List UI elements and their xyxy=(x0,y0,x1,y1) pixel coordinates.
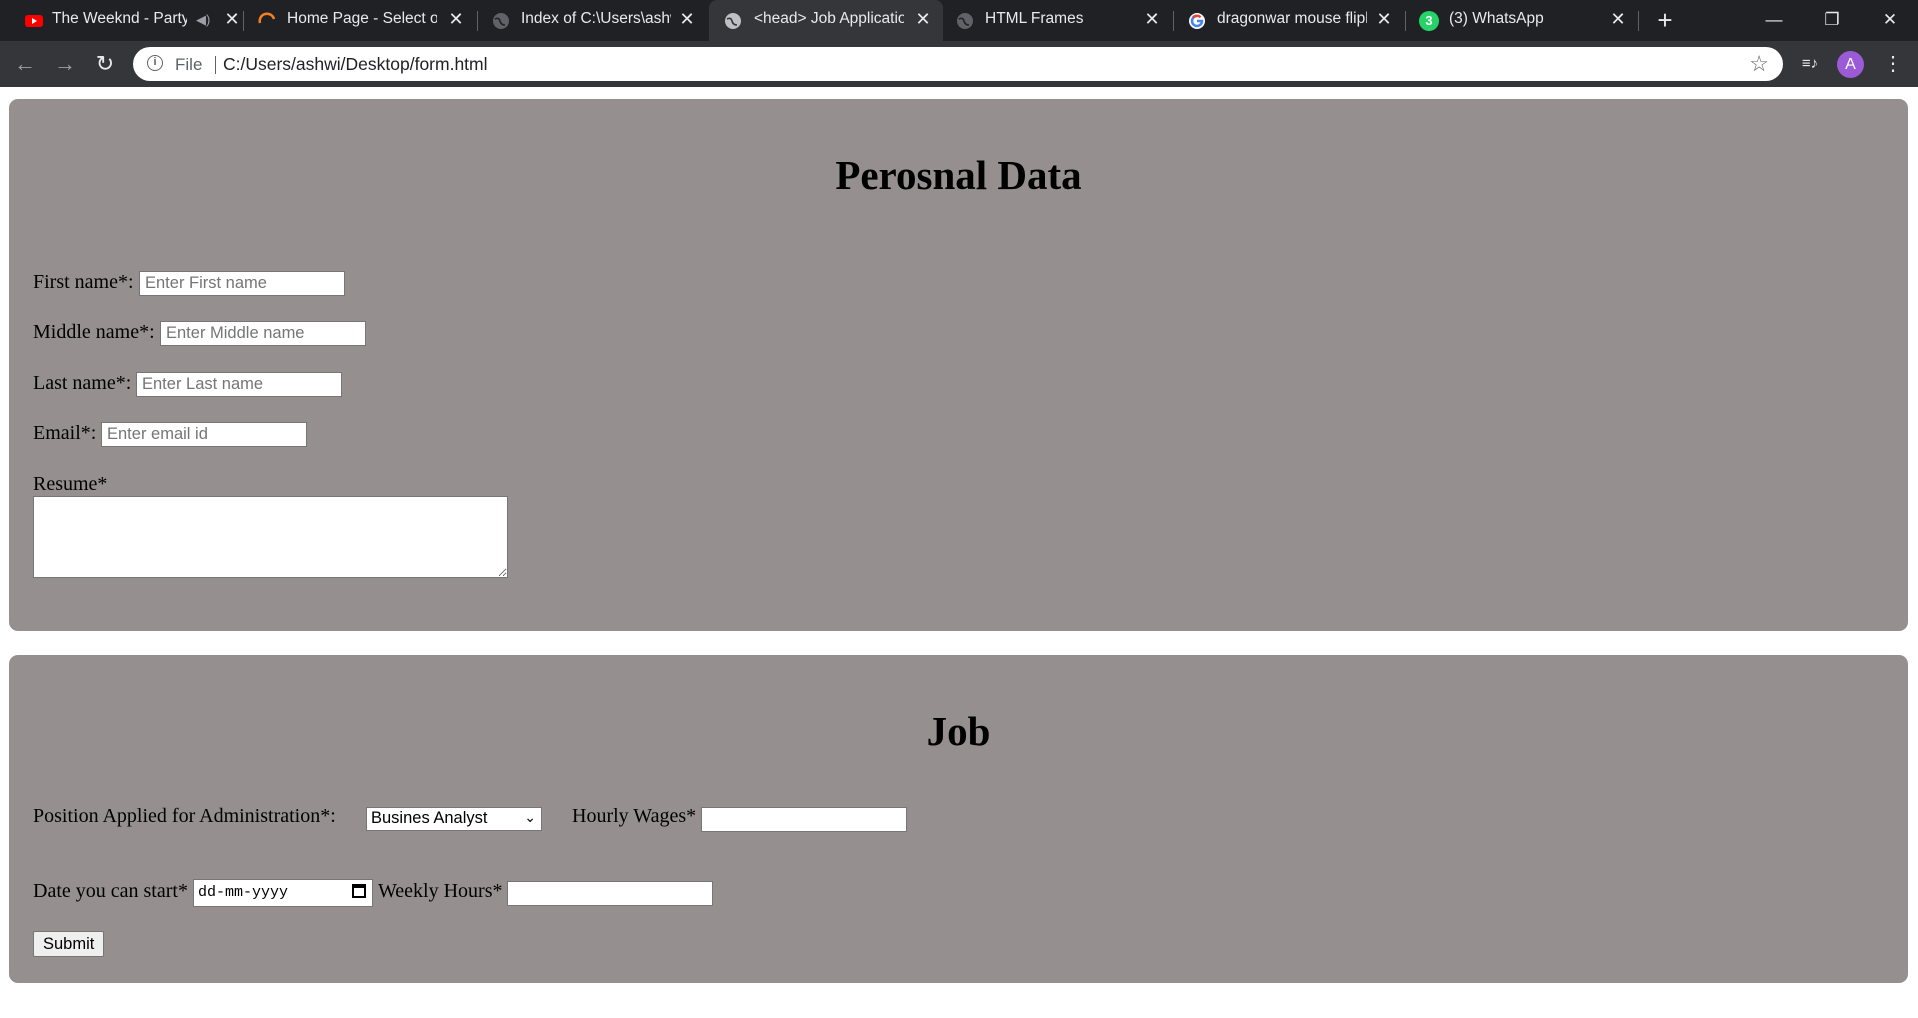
close-icon[interactable]: ✕ xyxy=(676,8,698,30)
google-icon xyxy=(1189,13,1205,29)
resume-textarea[interactable] xyxy=(33,496,508,578)
weekly-hours-label: Weekly Hours* xyxy=(378,880,503,902)
first-name-label: First name*: xyxy=(33,271,134,293)
media-control-icon[interactable]: ≡♪ xyxy=(1795,49,1825,79)
tab-separator xyxy=(243,11,244,31)
tab-separator xyxy=(477,11,478,31)
personal-data-panel: Perosnal Data First name*: Middle name*:… xyxy=(9,99,1908,631)
whatsapp-icon: 3 xyxy=(1419,11,1439,31)
reload-button[interactable]: ↻ xyxy=(90,49,120,79)
globe-icon xyxy=(957,13,973,29)
calendar-icon[interactable] xyxy=(352,884,366,898)
position-label: Position Applied for Administration*: xyxy=(33,805,336,827)
window-close-button[interactable]: ✕ xyxy=(1862,0,1918,41)
new-tab-button[interactable]: + xyxy=(1650,6,1680,36)
speaker-muted-icon[interactable]: ◀︎) xyxy=(196,12,210,28)
start-date-label: Date you can start* xyxy=(33,880,188,902)
close-icon[interactable]: ✕ xyxy=(912,8,934,30)
tab-separator xyxy=(1638,11,1639,31)
minimize-button[interactable]: — xyxy=(1746,0,1802,41)
last-name-input[interactable] xyxy=(136,372,342,397)
youtube-icon xyxy=(25,15,43,27)
back-button[interactable]: ← xyxy=(10,49,40,79)
start-date-input[interactable]: dd-mm-yyyy xyxy=(193,879,373,907)
hourly-wages-label: Hourly Wages* xyxy=(572,805,697,827)
job-heading: Job xyxy=(926,708,991,754)
info-icon[interactable]: i xyxy=(147,55,163,71)
tab-separator xyxy=(1405,11,1406,31)
resume-label: Resume* xyxy=(33,473,108,495)
close-icon[interactable]: ✕ xyxy=(445,8,467,30)
chevron-down-icon: ⌄ xyxy=(524,809,536,825)
middle-name-label: Middle name*: xyxy=(33,321,155,343)
forward-button[interactable]: → xyxy=(50,49,80,79)
last-name-label: Last name*: xyxy=(33,372,132,394)
tab-title: Home Page - Select or xyxy=(287,10,437,27)
close-icon[interactable]: ✕ xyxy=(221,8,243,30)
email-input[interactable] xyxy=(101,422,307,447)
submit-button[interactable]: Submit xyxy=(33,931,105,957)
tab-title: HTML Frames xyxy=(985,10,1084,27)
position-select[interactable]: Busines Analyst ⌄ xyxy=(366,807,542,831)
page-content: Perosnal Data First name*: Middle name*:… xyxy=(0,87,1918,1018)
tab-title: <head> Job Applicatio xyxy=(754,10,904,27)
tab-title: (3) WhatsApp xyxy=(1449,10,1544,27)
url-text[interactable]: C:/Users/ashwi/Desktop/form.html xyxy=(223,54,488,75)
middle-name-input[interactable] xyxy=(160,321,366,346)
loading-spinner-icon xyxy=(258,12,276,24)
tab-strip: The Weeknd - Party ◀︎) ✕ Home Page - Sel… xyxy=(0,0,1918,41)
tab-title: dragonwar mouse flipk xyxy=(1217,10,1367,27)
close-icon[interactable]: ✕ xyxy=(1607,8,1629,30)
tab-whatsapp[interactable]: 3 (3) WhatsApp ✕ xyxy=(1407,0,1637,41)
tab-title: The Weeknd - Party xyxy=(52,10,187,27)
hourly-wages-input[interactable] xyxy=(701,807,907,832)
profile-avatar[interactable]: A xyxy=(1837,51,1864,78)
email-label: Email*: xyxy=(33,422,97,444)
bookmark-star-icon[interactable]: ☆ xyxy=(1749,51,1769,77)
tab-home-page[interactable]: Home Page - Select or ✕ xyxy=(245,0,477,41)
restore-button[interactable]: ❐ xyxy=(1804,0,1860,41)
globe-icon xyxy=(493,13,509,29)
globe-icon xyxy=(725,13,741,29)
tab-dragonwar[interactable]: dragonwar mouse flipk ✕ xyxy=(1175,0,1405,41)
scheme-label: File xyxy=(175,55,203,74)
address-bar[interactable]: i File C:/Users/ashwi/Desktop/form.html … xyxy=(133,47,1783,81)
tab-title: Index of C:\Users\ashw xyxy=(521,10,671,27)
weekly-hours-input[interactable] xyxy=(507,881,713,906)
browser-toolbar: ← → ↻ i File C:/Users/ashwi/Desktop/form… xyxy=(0,41,1918,87)
tab-job-application[interactable]: <head> Job Applicatio ✕ xyxy=(709,0,943,41)
tab-html-frames[interactable]: HTML Frames ✕ xyxy=(943,0,1173,41)
personal-heading: Perosnal Data xyxy=(835,152,1082,198)
close-icon[interactable]: ✕ xyxy=(1141,8,1163,30)
first-name-input[interactable] xyxy=(139,271,345,296)
tab-separator xyxy=(1173,11,1174,31)
close-icon[interactable]: ✕ xyxy=(1373,8,1395,30)
tab-index-of[interactable]: Index of C:\Users\ashw ✕ xyxy=(479,0,709,41)
date-placeholder: dd-mm-yyyy xyxy=(198,884,289,901)
divider xyxy=(215,56,216,74)
position-selected-value: Busines Analyst xyxy=(371,809,488,827)
menu-kebab-icon[interactable]: ⋮ xyxy=(1878,49,1908,79)
tab-youtube[interactable]: The Weeknd - Party ◀︎) ✕ xyxy=(10,0,240,41)
job-panel: Job Position Applied for Administration*… xyxy=(9,655,1908,983)
